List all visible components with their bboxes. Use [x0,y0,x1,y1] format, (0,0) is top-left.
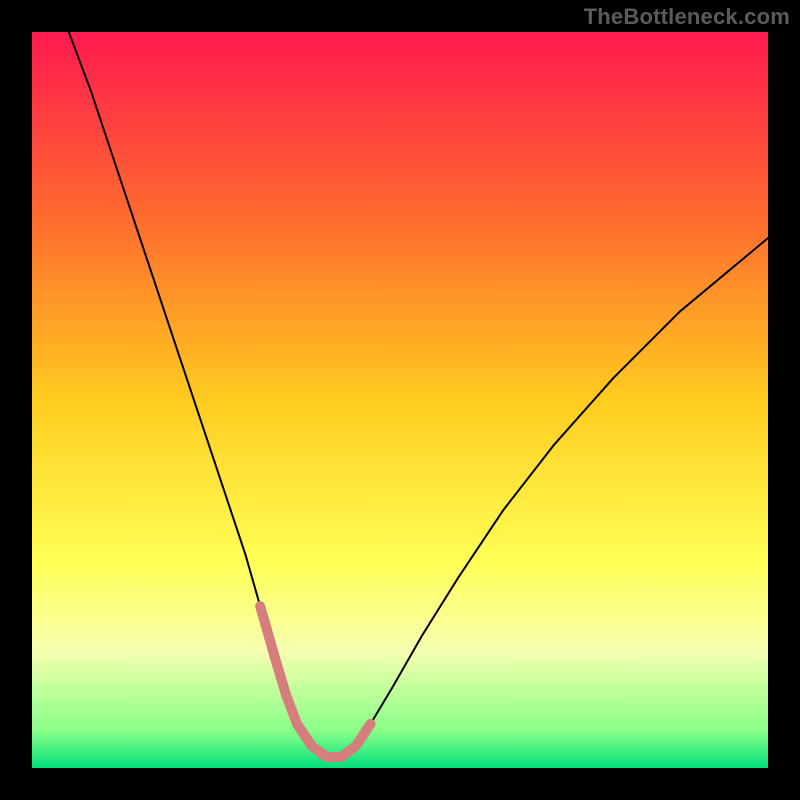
bottleneck-plot [32,32,768,768]
chart-frame: TheBottleneck.com [0,0,800,800]
plot-background [32,32,768,768]
watermark-text: TheBottleneck.com [584,4,790,30]
